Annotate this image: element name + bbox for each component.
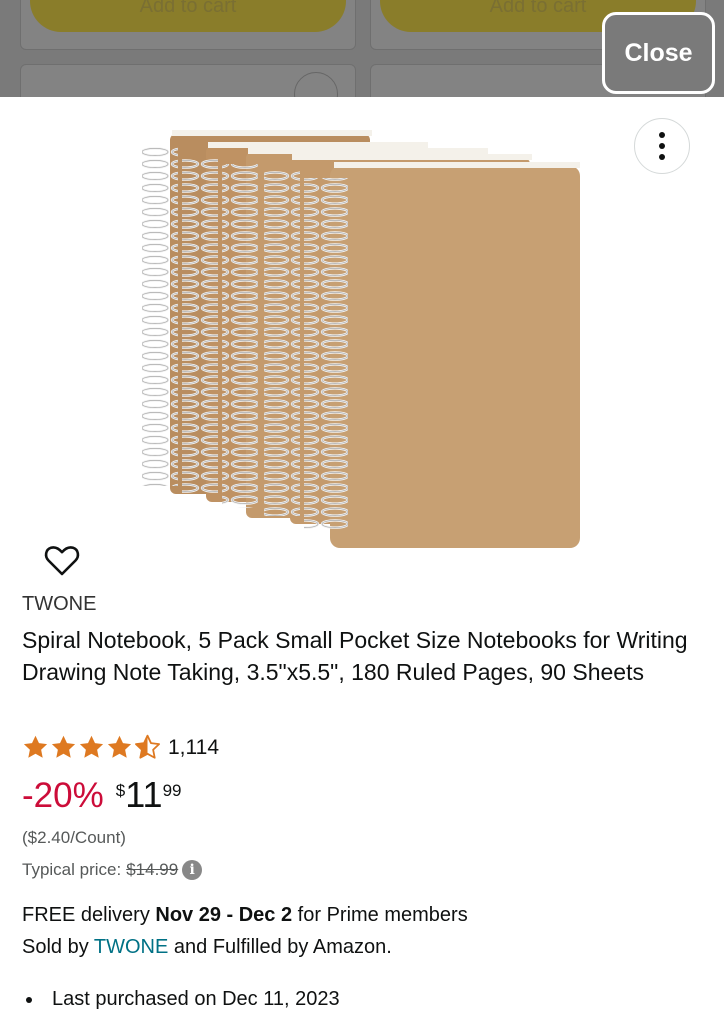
more-vertical-icon — [659, 132, 665, 138]
notebooks-illustration — [142, 130, 580, 548]
star-full-icon — [107, 735, 132, 758]
rating-count: 1,114 — [168, 735, 219, 759]
typical-price: Typical price: $14.99 i — [22, 860, 203, 880]
more-options-button[interactable] — [634, 118, 690, 174]
price-whole: 11 — [125, 774, 163, 815]
delivery-dates: Nov 29 - Dec 2 — [155, 904, 293, 926]
bullet — [26, 996, 32, 1003]
last-purchased-text: Last purchased on Dec 11, 2023 — [52, 988, 340, 1010]
star-full-icon — [79, 735, 104, 758]
heart-icon — [44, 546, 80, 576]
star-half-icon — [135, 734, 160, 759]
delivery-prefix: FREE delivery — [22, 904, 156, 926]
star-full-icon — [51, 735, 76, 758]
star-rating — [22, 734, 162, 761]
rating-row[interactable]: 1,114 — [22, 734, 219, 761]
sold-by-suffix: and Fulfilled by Amazon. — [168, 936, 392, 958]
price: $ 11 99 — [116, 776, 182, 814]
discount-percent: -20% — [22, 776, 104, 815]
price-fraction: 99 — [162, 781, 182, 800]
product-title: Spiral Notebook, 5 Pack Small Pocket Siz… — [22, 627, 688, 685]
info-icon[interactable]: i — [182, 860, 203, 880]
sold-by-prefix: Sold by — [22, 936, 94, 958]
typical-price-value: $14.99 — [126, 860, 179, 879]
seller-link[interactable]: TWONE — [94, 936, 168, 958]
delivery-info: FREE delivery Nov 29 - Dec 2 for Prime m… — [22, 904, 468, 927]
wishlist-button[interactable] — [42, 540, 82, 580]
more-vertical-icon-dot — [659, 154, 665, 160]
background-add-to-cart-button: Add to cart — [30, 0, 346, 32]
product-image[interactable] — [140, 122, 585, 552]
sold-by-info: Sold by TWONE and Fulfilled by Amazon. — [22, 936, 392, 959]
close-button[interactable]: Close — [602, 12, 715, 94]
unit-price: ($2.40/Count) — [22, 828, 126, 847]
more-vertical-icon-dot — [659, 143, 665, 149]
price-row: -20% $ 11 99 — [22, 776, 181, 816]
typical-price-label: Typical price: — [22, 860, 122, 879]
star-full-icon — [23, 735, 48, 758]
brand-name[interactable]: TWONE — [22, 593, 96, 616]
delivery-suffix: for Prime members — [292, 904, 468, 926]
last-purchased: Last purchased on Dec 11, 2023 — [26, 988, 340, 1011]
price-currency: $ — [115, 781, 126, 800]
